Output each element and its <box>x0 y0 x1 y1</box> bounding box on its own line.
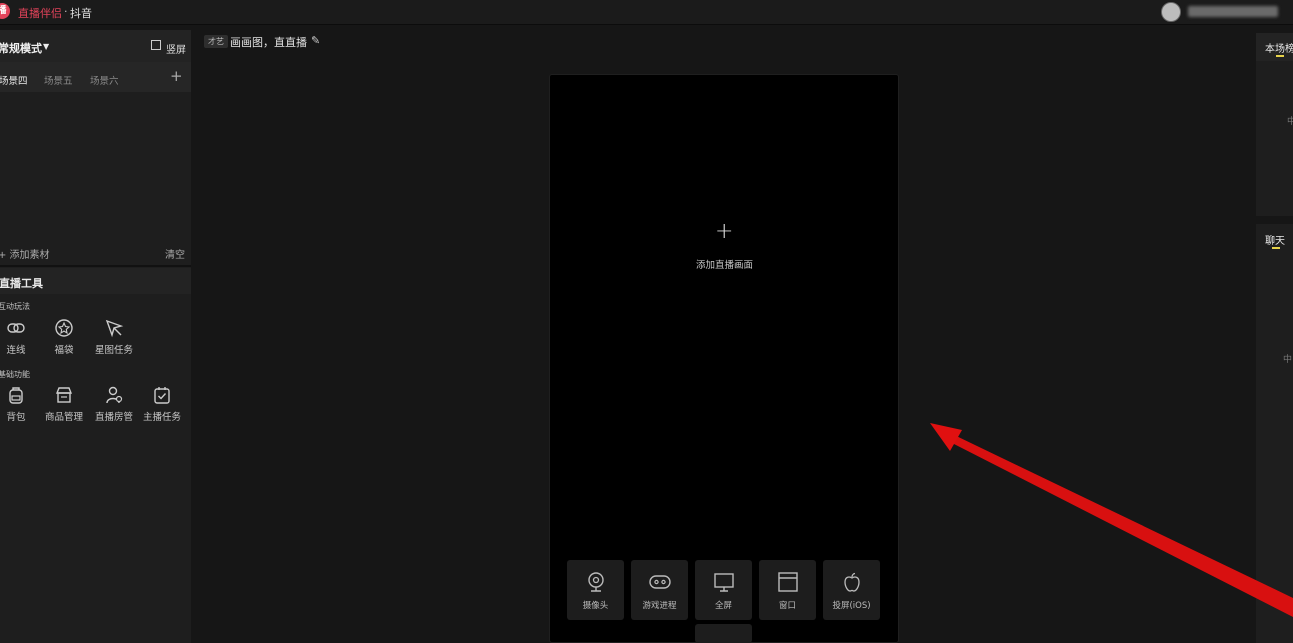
annotation-arrow-icon <box>930 423 1293 617</box>
